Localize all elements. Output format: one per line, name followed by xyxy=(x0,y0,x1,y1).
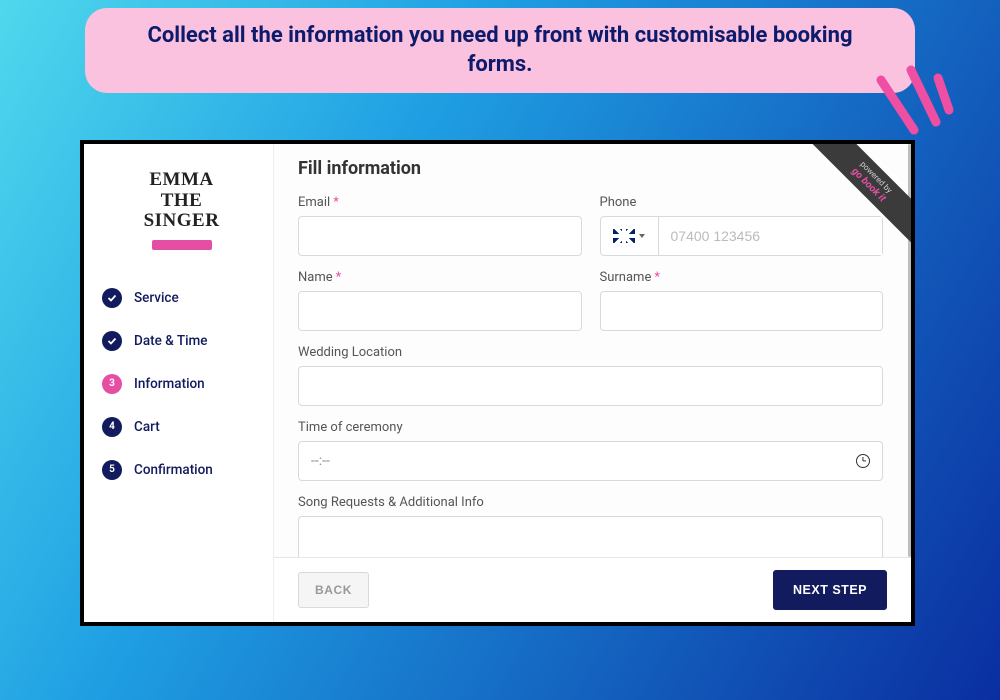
brand-logo: EMMA THE SINGER xyxy=(102,170,261,232)
step-cart[interactable]: 4 Cart xyxy=(102,417,261,437)
form-footer: BACK NEXT STEP xyxy=(274,557,911,622)
clock-icon xyxy=(856,454,870,468)
surname-label: Surname* xyxy=(600,270,884,285)
main-content: Fill information Email* Phone xyxy=(274,144,911,622)
step-number-badge: 3 xyxy=(102,374,122,394)
form-title: Fill information xyxy=(298,158,883,179)
step-information[interactable]: 3 Information xyxy=(102,374,261,394)
step-date-time[interactable]: Date & Time xyxy=(102,331,261,351)
time-placeholder: --:-- xyxy=(311,453,330,469)
uk-flag-icon xyxy=(613,229,635,243)
phone-field[interactable] xyxy=(659,217,883,255)
country-code-selector[interactable] xyxy=(601,217,659,255)
step-label: Service xyxy=(134,290,179,306)
booking-panel: powered by go book it EMMA THE SINGER Se… xyxy=(80,140,915,626)
name-label: Name* xyxy=(298,270,582,285)
marketing-caption: Collect all the information you need up … xyxy=(85,8,915,93)
step-label: Information xyxy=(134,376,205,392)
name-field[interactable] xyxy=(298,291,582,331)
time-of-ceremony-label: Time of ceremony xyxy=(298,420,883,435)
step-number-badge: 5 xyxy=(102,460,122,480)
step-service[interactable]: Service xyxy=(102,288,261,308)
step-label: Date & Time xyxy=(134,333,208,349)
surname-field[interactable] xyxy=(600,291,884,331)
sidebar: EMMA THE SINGER Service Date & Time xyxy=(84,144,274,622)
phone-input-group xyxy=(600,216,884,256)
steps-nav: Service Date & Time 3 Information 4 Cart xyxy=(102,288,261,480)
song-requests-field[interactable] xyxy=(298,516,883,557)
wedding-location-label: Wedding Location xyxy=(298,345,883,360)
email-field[interactable] xyxy=(298,216,582,256)
chevron-down-icon xyxy=(639,234,645,238)
form-area: Fill information Email* Phone xyxy=(274,144,911,557)
check-icon xyxy=(102,288,122,308)
logo-underline xyxy=(152,240,212,250)
email-label: Email* xyxy=(298,195,582,210)
phone-label: Phone xyxy=(600,195,884,210)
back-button[interactable]: BACK xyxy=(298,572,369,608)
step-number-badge: 4 xyxy=(102,417,122,437)
wedding-location-field[interactable] xyxy=(298,366,883,406)
time-of-ceremony-field[interactable]: --:-- xyxy=(298,441,883,481)
step-label: Confirmation xyxy=(134,462,213,478)
check-icon xyxy=(102,331,122,351)
step-confirmation[interactable]: 5 Confirmation xyxy=(102,460,261,480)
step-label: Cart xyxy=(134,419,160,435)
song-requests-label: Song Requests & Additional Info xyxy=(298,495,883,510)
next-step-button[interactable]: NEXT STEP xyxy=(773,570,887,610)
